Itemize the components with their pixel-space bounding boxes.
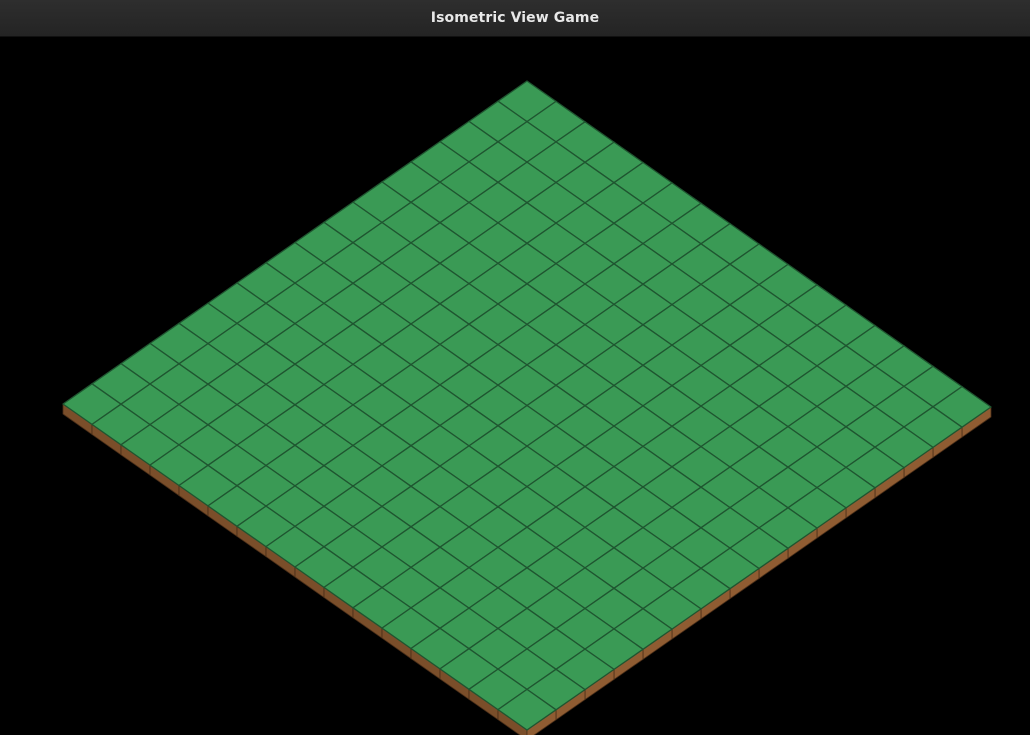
game-viewport[interactable] <box>0 37 1030 735</box>
title-bar[interactable]: Isometric View Game <box>0 0 1030 37</box>
board-tiles <box>62 80 992 731</box>
window-title: Isometric View Game <box>430 10 600 26</box>
game-window: Isometric View Game <box>0 0 1030 735</box>
isometric-board[interactable] <box>0 37 1030 735</box>
